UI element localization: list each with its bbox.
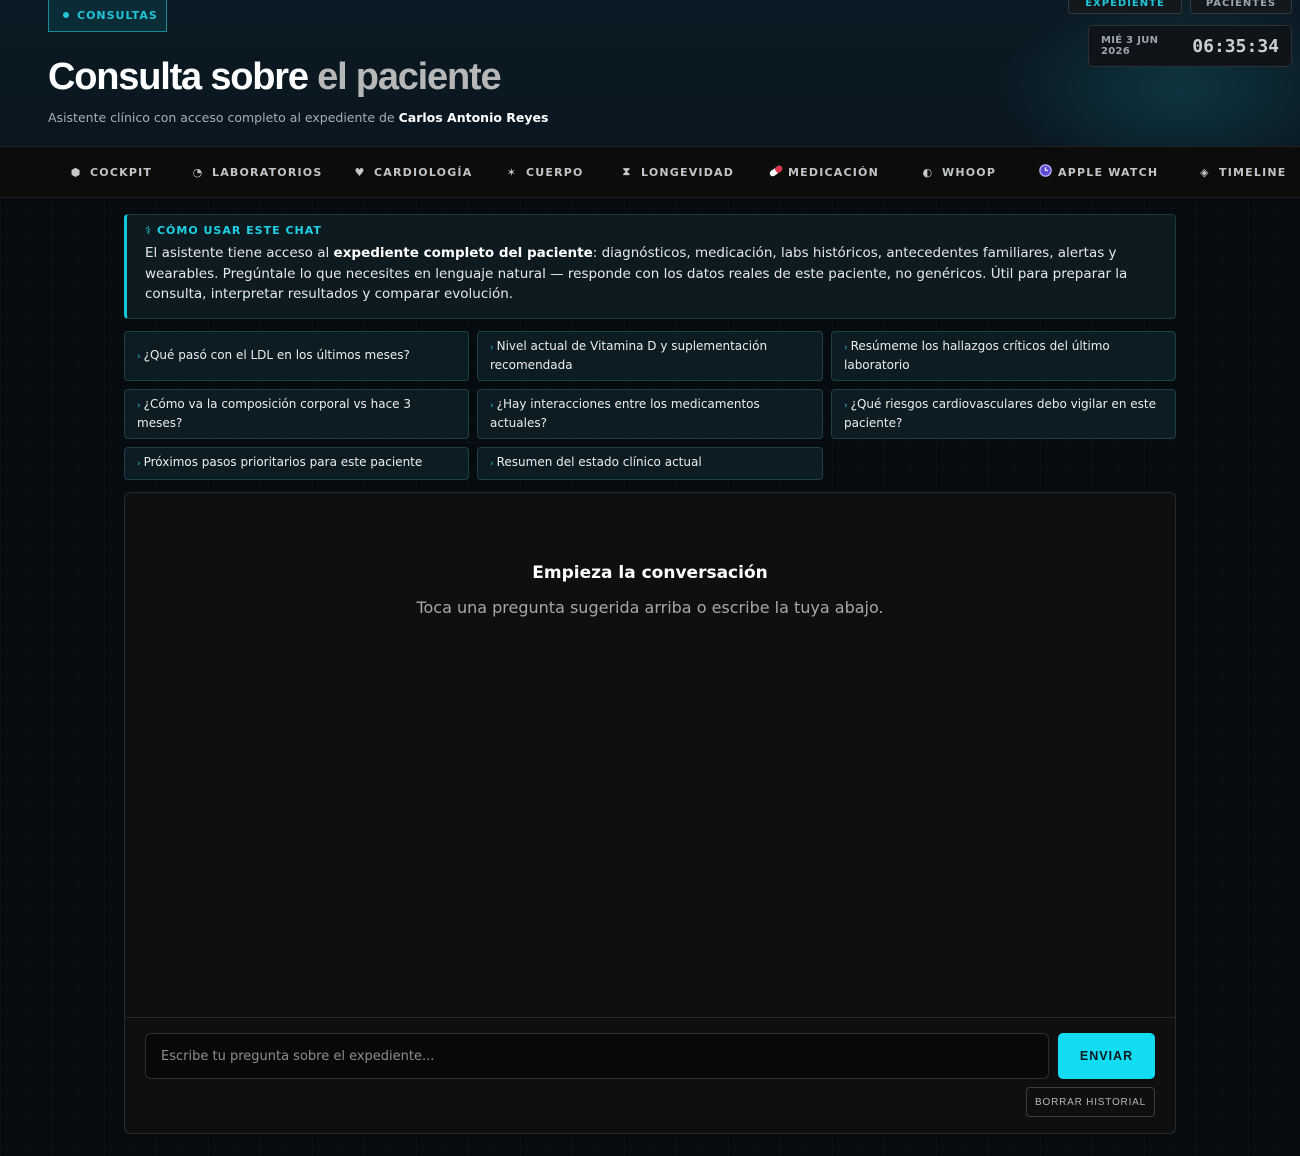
suggestion-text: ¿Qué pasó con el LDL en los últimos mese… (143, 347, 410, 362)
asterisk-icon: ✶ (506, 165, 518, 179)
page-subtitle: Asistente clínico con acceso completo al… (48, 110, 548, 125)
half-circle-icon: ◐ (922, 165, 934, 179)
page-title-accent: el paciente (317, 56, 501, 98)
chat-empty-title: Empieza la conversación (532, 563, 768, 583)
nav-item-longevidad[interactable]: ⧗ LONGEVIDAD (621, 147, 734, 197)
diamond-icon: ◈ (1200, 165, 1210, 179)
nav-label: APPLE WATCH (1058, 165, 1159, 179)
send-button[interactable]: ENVIAR (1058, 1033, 1155, 1079)
clear-history-button[interactable]: BORRAR HISTORIAL (1026, 1087, 1155, 1117)
watch-icon (1038, 163, 1052, 181)
nav-item-whoop[interactable]: ◐ WHOOP (922, 147, 996, 197)
suggestion-text: Resúmeme los hallazgos críticos del últi… (844, 339, 1110, 372)
divider (125, 1017, 1175, 1018)
date-time-display: MIÉ 3 JUN 2026 06:35:34 (1088, 25, 1292, 67)
nav-item-medicacion[interactable]: MEDICACIÓN (768, 147, 879, 197)
nav-label: CUERPO (526, 165, 584, 179)
nav-item-cuerpo[interactable]: ✶ CUERPO (506, 147, 584, 197)
page-title-main: Consulta sobre (48, 56, 309, 98)
pie-chart-icon: ◔ (192, 165, 204, 179)
suggestion-text: Próximos pasos prioritarios para este pa… (143, 455, 423, 469)
main-nav: ⬢ COCKPIT ◔ LABORATORIOS ♥ CARDIOLOGÍA ✶… (0, 146, 1300, 198)
current-time: 06:35:34 (1192, 35, 1279, 57)
chevron-right-icon: › (490, 401, 494, 411)
nav-item-laboratorios[interactable]: ◔ LABORATORIOS (192, 147, 322, 197)
nav-item-apple-watch[interactable]: APPLE WATCH (1038, 147, 1158, 197)
nav-label: LABORATORIOS (212, 165, 323, 179)
chevron-right-icon: › (844, 343, 848, 353)
section-badge: CONSULTAS (48, 0, 167, 32)
suggestion-chip[interactable]: › Próximos pasos prioritarios para este p… (124, 447, 469, 480)
pacientes-button[interactable]: PACIENTES (1190, 0, 1292, 14)
chat-panel: Empieza la conversación Toca una pregunt… (124, 492, 1176, 1134)
nav-label: LONGEVIDAD (641, 165, 735, 179)
chat-empty-subtitle: Toca una pregunta sugerida arriba o escr… (416, 598, 884, 617)
patient-name: Carlos Antonio Reyes (398, 110, 549, 125)
nav-label: TIMELINE (1219, 165, 1287, 179)
info-icon: ⚕ (145, 224, 152, 237)
nav-label: WHOOP (942, 165, 997, 179)
chevron-right-icon: › (844, 401, 848, 411)
nav-item-cardiologia[interactable]: ♥ CARDIOLOGÍA (354, 147, 472, 197)
page-header: CONSULTAS EXPEDIENTE PACIENTES MIÉ 3 JUN… (0, 0, 1300, 146)
chat-input[interactable] (145, 1033, 1049, 1079)
subtitle-text: Asistente clínico con acceso completo al… (48, 110, 395, 125)
nav-item-cockpit[interactable]: ⬢ COCKPIT (70, 147, 152, 197)
page-title: Consulta sobre el paciente (48, 56, 502, 99)
help-text-prefix: El asistente tiene acceso al (145, 245, 330, 261)
chevron-right-icon: › (137, 351, 141, 362)
suggestion-text: ¿Cómo va la composición corporal vs hace… (137, 397, 412, 430)
section-label: CONSULTAS (77, 8, 158, 22)
suggestion-chip[interactable]: › ¿Cómo va la composición corporal vs hac… (124, 389, 469, 439)
expediente-button[interactable]: EXPEDIENTE (1068, 0, 1182, 14)
suggestion-text: Resumen del estado clínico actual (496, 455, 702, 469)
hexagon-icon: ⬢ (70, 165, 82, 179)
chevron-right-icon: › (137, 401, 141, 411)
suggestion-chip[interactable]: › Resúmeme los hallazgos críticos del últ… (831, 331, 1176, 381)
suggestion-chip[interactable]: › Resumen del estado clínico actual (477, 447, 823, 480)
chevron-right-icon: › (490, 343, 494, 353)
chevron-right-icon: › (137, 459, 141, 469)
current-date: MIÉ 3 JUN 2026 (1101, 35, 1159, 57)
chevron-right-icon: › (490, 459, 494, 469)
suggestion-chip[interactable]: › ¿Hay interacciones entre los medicament… (477, 389, 823, 439)
suggestion-chip[interactable]: › ¿Qué riesgos cardiovasculares debo vigi… (831, 389, 1176, 439)
status-dot-icon (63, 12, 69, 18)
suggestion-chip[interactable]: › ¿Qué pasó con el LDL en los últimos mes… (124, 331, 469, 381)
chat-help-box: ⚕ CÓMO USAR ESTE CHAT El asistente tiene… (124, 214, 1176, 319)
help-title-text: CÓMO USAR ESTE CHAT (156, 224, 322, 237)
help-body: El asistente tiene acceso al expediente … (145, 243, 1157, 305)
suggestion-text: ¿Hay interacciones entre los medicamento… (490, 397, 760, 430)
hourglass-icon: ⧗ (622, 165, 632, 178)
nav-label: CARDIOLOGÍA (374, 165, 473, 179)
nav-label: MEDICACIÓN (788, 165, 879, 179)
suggestion-text: ¿Qué riesgos cardiovasculares debo vigil… (844, 397, 1156, 430)
suggestion-text: Nivel actual de Vitamina D y suplementac… (490, 339, 768, 372)
help-text-bold: expediente completo del paciente (333, 245, 593, 261)
pill-icon (768, 163, 783, 182)
help-title: ⚕ CÓMO USAR ESTE CHAT (145, 224, 1157, 237)
nav-label: COCKPIT (90, 165, 153, 179)
suggestion-chip[interactable]: › Nivel actual de Vitamina D y suplementa… (477, 331, 823, 381)
nav-item-timeline[interactable]: ◈ TIMELINE (1199, 147, 1286, 197)
heart-icon: ♥ (354, 165, 366, 179)
